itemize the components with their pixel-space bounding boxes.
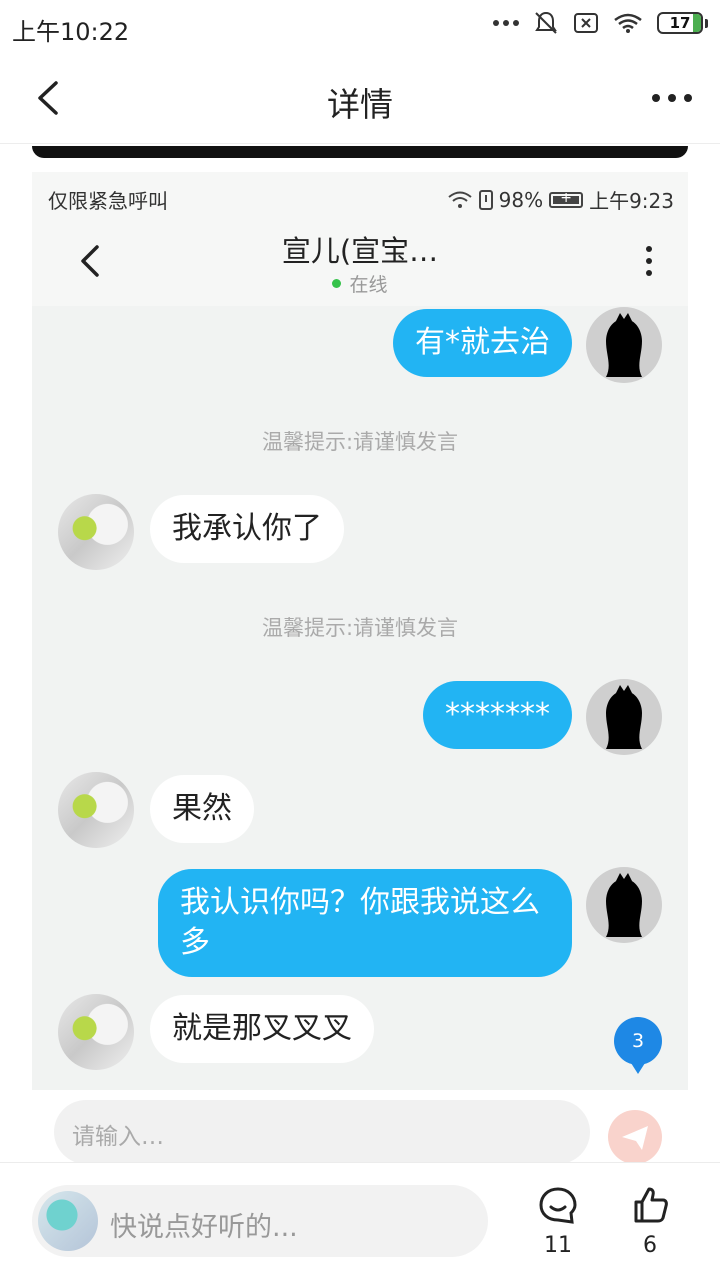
status-time: 上午10:22	[12, 18, 130, 46]
message-bubble-theirs: 果然	[150, 775, 254, 843]
embedded-message-input: 请输入…	[54, 1100, 590, 1162]
image-top-edge	[32, 146, 688, 158]
comment-placeholder: 快说点好听的...	[110, 1212, 298, 1243]
embedded-input-area: 请输入…	[32, 1090, 688, 1162]
battery-level: 17	[669, 14, 691, 32]
silhouette-icon	[606, 873, 642, 937]
no-sim-icon	[574, 13, 598, 33]
my-avatar	[586, 679, 662, 755]
comment-count: 11	[544, 1233, 572, 1258]
bottom-bar: 快说点好听的... 11 6	[0, 1162, 720, 1280]
status-bar: 上午10:22 17	[0, 0, 720, 52]
status-icons: 17	[493, 10, 708, 36]
message-bubble-theirs: 就是那叉叉叉	[150, 995, 374, 1063]
embedded-battery-text: 98%	[498, 187, 544, 212]
comment-input[interactable]: 快说点好听的...	[32, 1185, 488, 1257]
embedded-status-bar: 仅限紧急呼叫 98% + 上午9:23	[32, 172, 688, 222]
more-notifications-icon	[493, 20, 519, 26]
send-icon	[608, 1110, 662, 1162]
silhouette-icon	[606, 685, 642, 749]
unread-badge: 3	[614, 1017, 662, 1074]
friend-avatar	[58, 772, 134, 848]
chat-header: 宣儿(宣宝… 在线	[32, 222, 688, 306]
page-header: 详情	[0, 52, 720, 144]
my-avatar	[586, 867, 662, 943]
embedded-wifi-icon	[447, 191, 472, 208]
online-status: 在线	[32, 270, 688, 297]
silent-bell-icon	[535, 11, 557, 34]
emergency-only-label: 仅限紧急呼叫	[48, 189, 168, 213]
embedded-screenshot[interactable]: 仅限紧急呼叫 98% + 上午9:23 宣儿(宣宝… 在线 有*就去治 温馨提示…	[32, 172, 688, 1162]
page-title: 详情	[327, 85, 393, 124]
chat-more-icon	[646, 246, 652, 276]
warning-tip: 温馨提示:请谨慎发言	[261, 430, 459, 454]
user-avatar	[38, 1191, 98, 1251]
comment-icon	[539, 1187, 577, 1224]
message-bubble-mine: *******	[423, 681, 572, 749]
more-options-icon[interactable]	[652, 94, 692, 102]
battery-icon: 17	[657, 12, 703, 34]
thumbs-up-icon	[634, 1187, 668, 1223]
wifi-icon	[614, 13, 642, 33]
message-bubble-mine: 有*就去治	[393, 309, 572, 377]
embedded-time: 上午9:23	[589, 189, 674, 213]
online-dot-icon	[332, 279, 342, 288]
like-count: 6	[643, 1233, 657, 1258]
friend-avatar	[58, 994, 134, 1070]
chat-title: 宣儿(宣宝…	[281, 234, 439, 268]
embedded-battery-icon: +	[549, 190, 584, 208]
message-bubble-mine: 我认识你吗？你跟我说这么多	[158, 869, 572, 977]
friend-avatar	[58, 494, 134, 570]
comment-button[interactable]: 11	[528, 1185, 588, 1258]
my-avatar	[586, 307, 662, 383]
warning-tip: 温馨提示:请谨慎发言	[261, 616, 459, 640]
embedded-phone-icon	[478, 189, 493, 210]
message-bubble-theirs: 我承认你了	[150, 495, 344, 563]
silhouette-icon	[606, 313, 642, 377]
like-button[interactable]: 6	[620, 1185, 680, 1258]
